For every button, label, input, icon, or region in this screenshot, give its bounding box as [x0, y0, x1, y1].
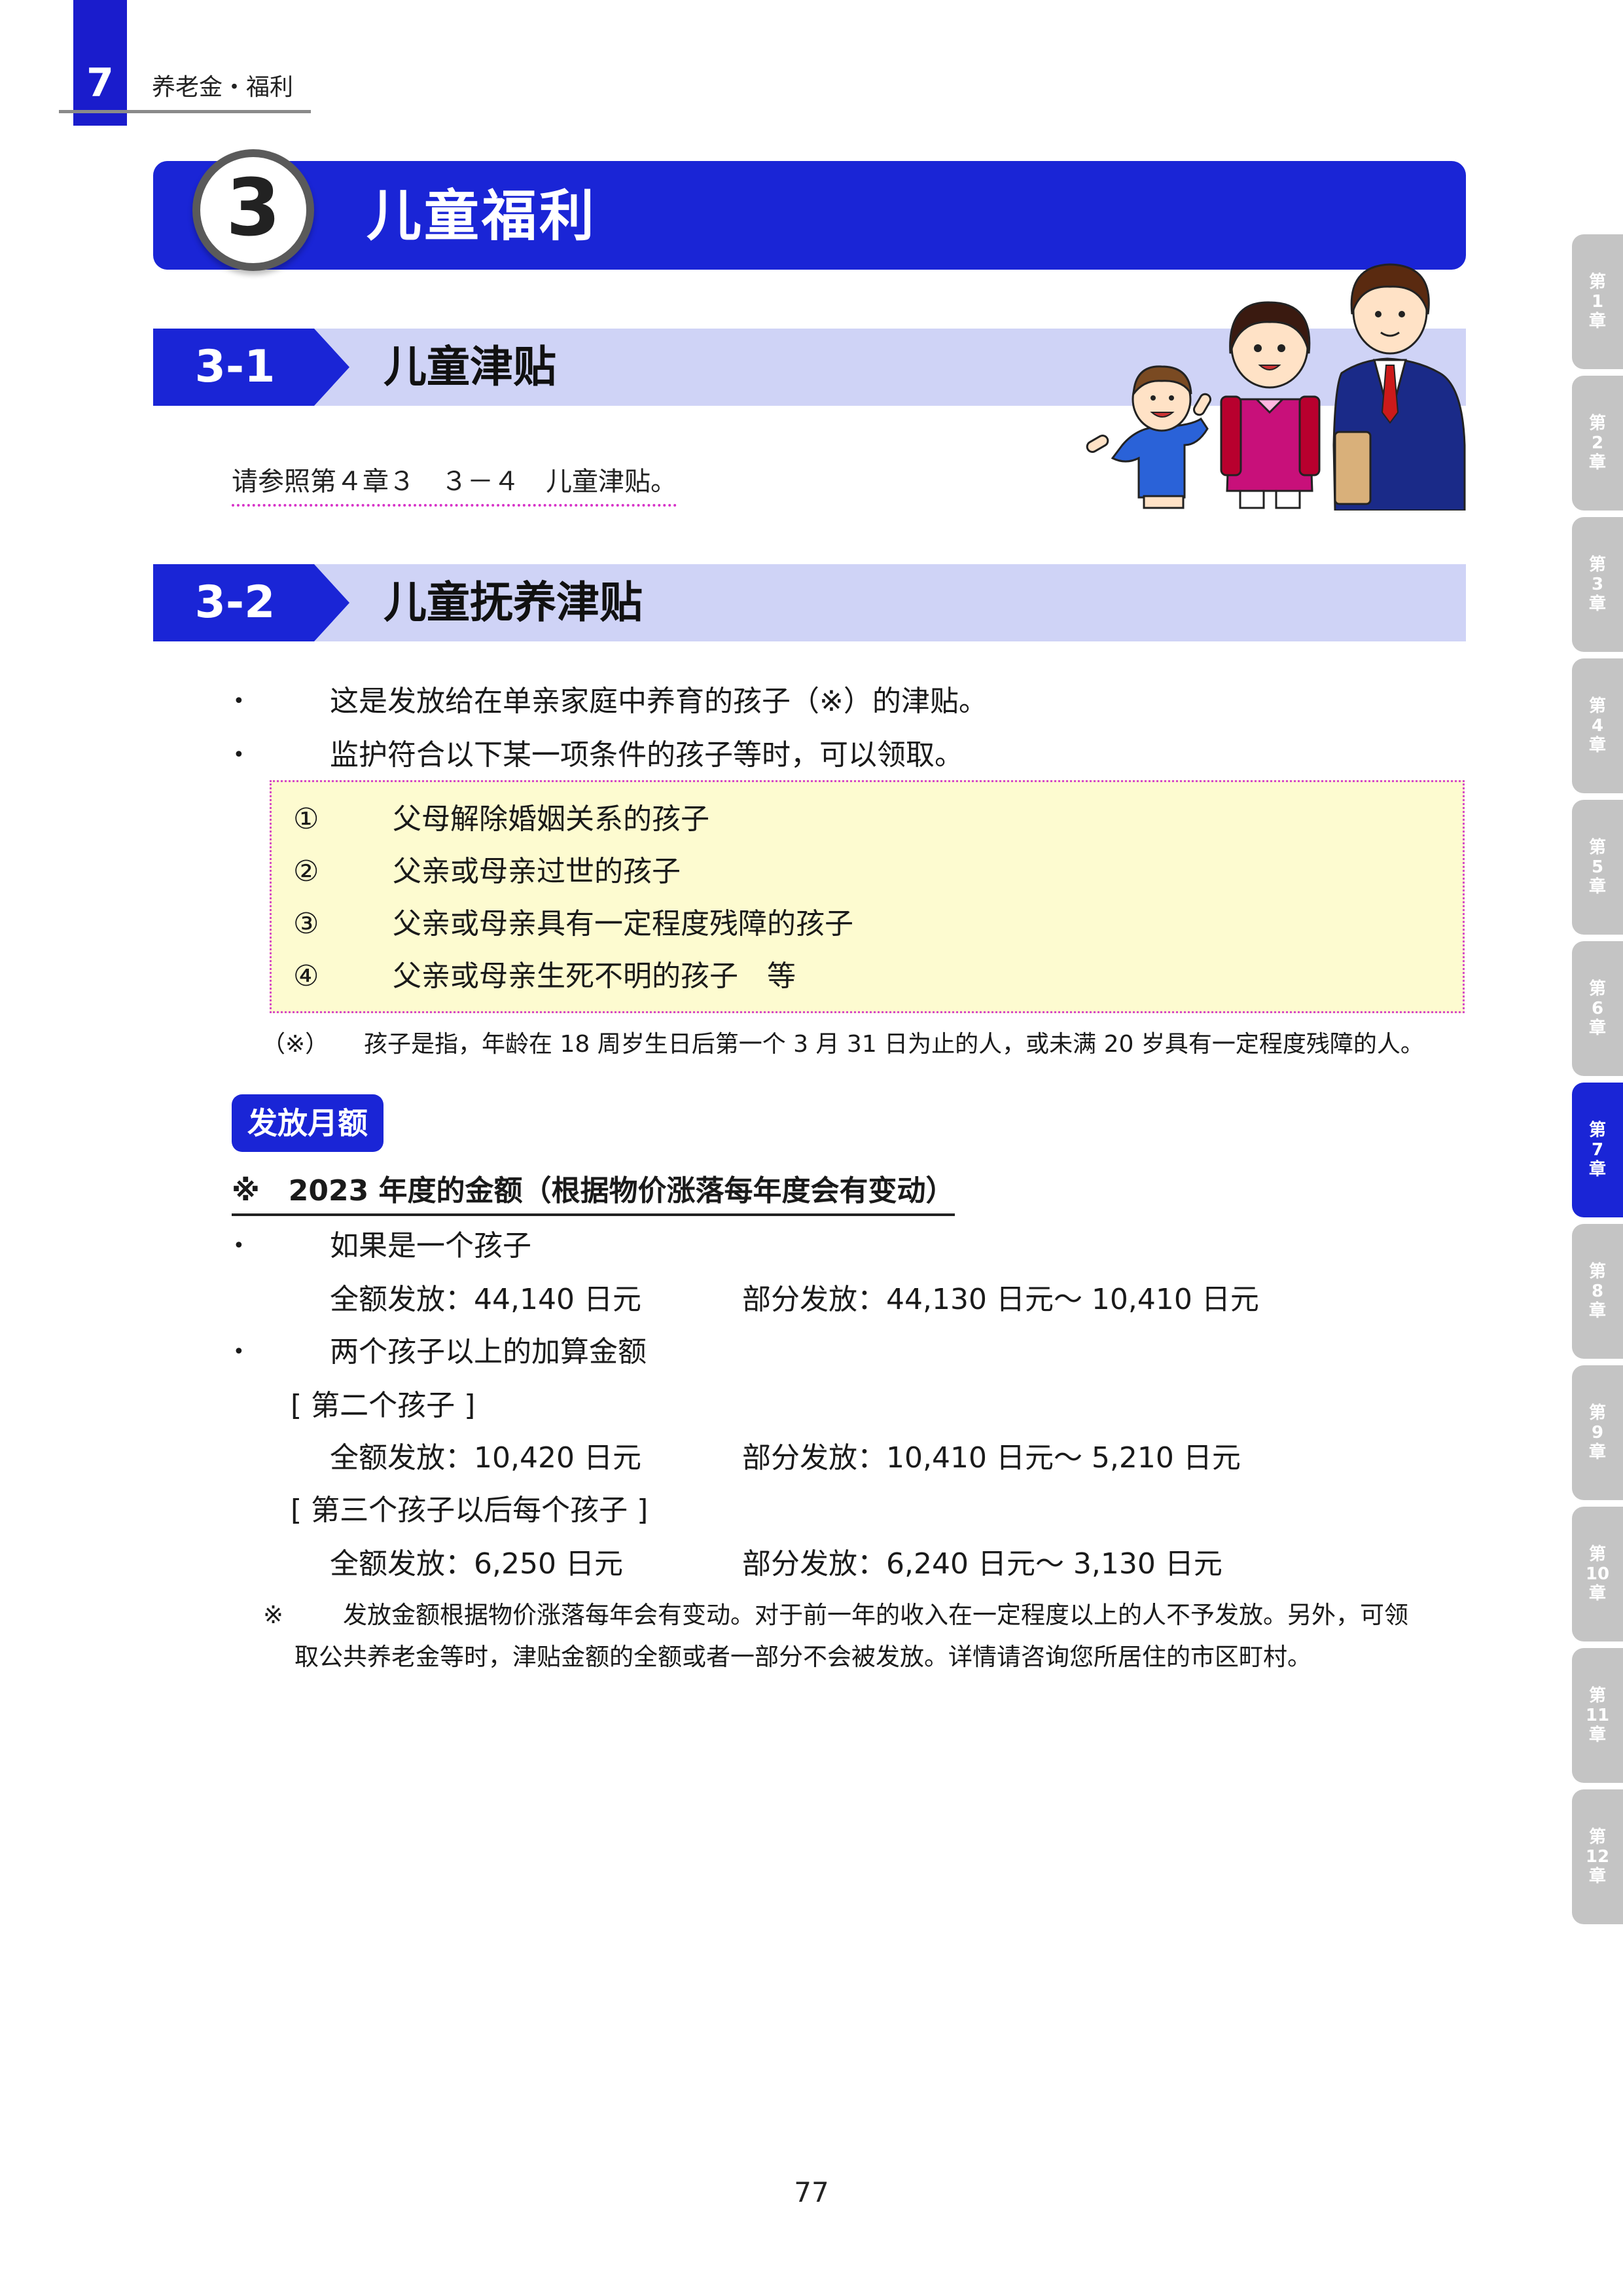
- section-title: 儿童福利: [366, 184, 597, 248]
- condition-text: 父亲或母亲过世的孩子: [393, 855, 681, 888]
- bullet-marker: •: [233, 690, 245, 713]
- chapter-number: 7: [86, 60, 114, 106]
- section-number-badge: 3: [192, 149, 314, 271]
- subsection-title: 儿童津贴: [383, 342, 556, 392]
- second-child-full: 全额发放：10,420 日元: [330, 1441, 641, 1475]
- subsection-number: 3-1: [194, 341, 276, 393]
- bullet-marker: •: [233, 744, 245, 766]
- third-child-full: 全额发放：6,250 日元: [330, 1547, 623, 1581]
- note-marker: （※）: [262, 1031, 329, 1058]
- condition-marker: ①: [293, 802, 319, 836]
- third-child-label: [ 第三个孩子以后每个孩子 ]: [291, 1494, 649, 1527]
- condition-text: 父亲或母亲具有一定程度残障的孩子: [393, 907, 853, 941]
- boy-figure: [1086, 365, 1211, 509]
- condition-marker: ②: [293, 855, 319, 888]
- chapter-tab-9[interactable]: 第9章: [1572, 1365, 1623, 1500]
- third-child-partial: 部分发放：6,240 日元～ 3,130 日元: [742, 1547, 1222, 1581]
- subsection-number: 3-2: [194, 577, 276, 628]
- reference-text: 请参照第４章３ ３－４ 儿童津贴。: [232, 463, 677, 507]
- condition-marker: ④: [293, 960, 319, 993]
- payment-label: 发放月额: [232, 1094, 383, 1152]
- year-heading: ※ 2023 年度的金额（根据物价涨落每年度会有变动）: [232, 1172, 955, 1216]
- chapter-tab-2[interactable]: 第2章: [1572, 376, 1623, 511]
- bullet-text: 这是发放给在单亲家庭中养育的孩子（※）的津贴。: [330, 685, 988, 718]
- subsection-title: 儿童抚养津贴: [383, 577, 643, 628]
- second-child-partial: 部分发放：10,410 日元～ 5,210 日元: [742, 1441, 1241, 1475]
- chapter-tab-5[interactable]: 第5章: [1572, 800, 1623, 935]
- bullet-text: 监护符合以下某一项条件的孩子等时，可以领取。: [330, 738, 963, 772]
- man-figure: [1332, 263, 1466, 511]
- chapter-tab-11[interactable]: 第 11 章: [1572, 1648, 1623, 1783]
- one-child-full: 全额发放：44,140 日元: [330, 1283, 641, 1316]
- family-illustration: [1086, 263, 1466, 511]
- chapter-tab-12[interactable]: 第 12 章: [1572, 1789, 1623, 1924]
- condition-text: 父母解除婚姻关系的孩子: [393, 802, 709, 836]
- note-text: 孩子是指，年龄在 18 周岁生日后第一个 3 月 31 日为止的人，或未满 20…: [364, 1031, 1424, 1058]
- subsection-banner-3-2: [153, 564, 1466, 641]
- condition-marker: ③: [293, 907, 319, 941]
- condition-text: 父亲或母亲生死不明的孩子 等: [393, 960, 796, 993]
- footnote-marker: ※: [263, 1601, 284, 1629]
- chapter-tab-10[interactable]: 第 10 章: [1572, 1507, 1623, 1641]
- chapter-title: 养老金・福利: [152, 74, 294, 101]
- one-child-title: 如果是一个孩子: [330, 1229, 531, 1263]
- one-child-partial: 部分发放：44,130 日元～ 10,410 日元: [742, 1283, 1259, 1316]
- girl-figure: [1220, 301, 1321, 509]
- second-child-label: [ 第二个孩子 ]: [291, 1389, 476, 1422]
- chapter-tab-4[interactable]: 第4章: [1572, 658, 1623, 793]
- chapter-tab-7[interactable]: 第7章: [1572, 1083, 1623, 1217]
- chapter-tab-6[interactable]: 第6章: [1572, 941, 1623, 1076]
- bullet-marker: •: [233, 1340, 245, 1363]
- bullet-marker: •: [233, 1234, 245, 1257]
- chapter-tab-8[interactable]: 第8章: [1572, 1224, 1623, 1359]
- header-rule: [59, 110, 311, 113]
- footnote-line: 发放金额根据物价涨落每年会有变动。对于前一年的收入在一定程度以上的人不予发放。另…: [343, 1601, 1408, 1629]
- footnote-line: 取公共养老金等时，津贴金额的全额或者一部分不会被发放。详情请咨询您所居住的市区町…: [294, 1643, 1311, 1671]
- page-number: 77: [794, 2176, 829, 2208]
- chapter-tab-3[interactable]: 第3章: [1572, 517, 1623, 652]
- multi-child-title: 两个孩子以上的加算金额: [330, 1335, 647, 1369]
- chapter-tab-1[interactable]: 第1章: [1572, 234, 1623, 369]
